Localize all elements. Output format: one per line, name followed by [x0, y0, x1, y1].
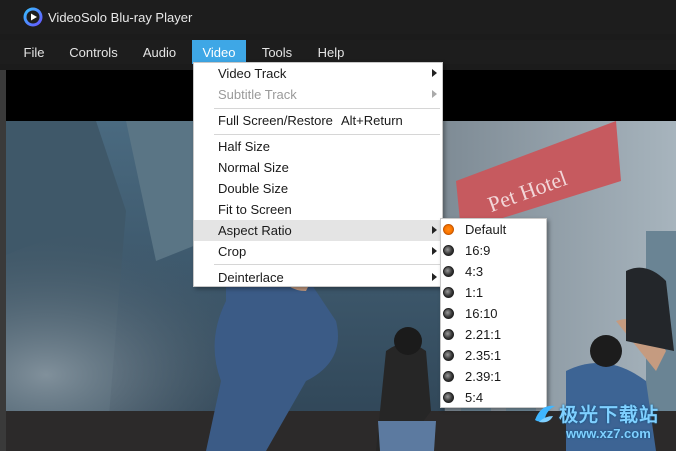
menu-separator	[214, 264, 440, 265]
menu-item-label: Deinterlace	[218, 270, 284, 285]
menu-item-half-size[interactable]: Half Size	[194, 136, 442, 157]
aspect-option-label: 2.35:1	[465, 348, 502, 363]
watermark-logo-icon	[535, 405, 555, 423]
menu-item-normal-size[interactable]: Normal Size	[194, 157, 442, 178]
menu-video[interactable]: Video	[192, 40, 246, 64]
app-logo-icon	[23, 7, 43, 27]
menu-separator	[214, 134, 440, 135]
menu-item-label: Normal Size	[218, 160, 289, 175]
menu-separator	[214, 108, 440, 109]
submenu-arrow-icon	[432, 69, 437, 77]
menu-item-label: Aspect Ratio	[218, 223, 292, 238]
aspect-option-label: 2.21:1	[465, 327, 502, 342]
submenu-arrow-icon	[432, 273, 437, 281]
radio-unselected-icon	[443, 308, 454, 319]
menu-item-label: Full Screen/Restore	[218, 113, 333, 128]
menu-audio[interactable]: Audio	[134, 40, 185, 64]
aspect-option-16-10[interactable]: 16:10	[441, 303, 546, 324]
aspect-option-label: 1:1	[465, 285, 484, 300]
radio-unselected-icon	[443, 245, 454, 256]
menu-item-label: Fit to Screen	[218, 202, 292, 217]
radio-unselected-icon	[443, 329, 454, 340]
app-title: VideoSolo Blu-ray Player	[48, 10, 193, 25]
aspect-option-label: Default	[465, 222, 507, 237]
menu-item-label: Half Size	[218, 139, 271, 154]
submenu-arrow-icon	[432, 247, 437, 255]
menu-item-full-screen-restore[interactable]: Full Screen/Restore Alt+Return	[194, 110, 442, 131]
menu-item-subtitle-track: Subtitle Track	[194, 84, 442, 105]
menu-tools[interactable]: Tools	[252, 40, 302, 64]
radio-unselected-icon	[443, 266, 454, 277]
menu-item-double-size[interactable]: Double Size	[194, 178, 442, 199]
menu-item-aspect-ratio[interactable]: Aspect Ratio	[194, 220, 442, 241]
radio-selected-icon	[443, 224, 454, 235]
radio-unselected-icon	[443, 371, 454, 382]
submenu-arrow-icon	[432, 90, 437, 98]
menu-help[interactable]: Help	[309, 40, 353, 64]
menu-controls[interactable]: Controls	[60, 40, 127, 64]
radio-unselected-icon	[443, 350, 454, 361]
watermark-site-name: 极光下载站	[559, 405, 660, 426]
submenu-arrow-icon	[432, 226, 437, 234]
menu-item-label: Subtitle Track	[218, 87, 297, 102]
aspect-option-2-39-1[interactable]: 2.39:1	[441, 366, 546, 387]
site-watermark: 极光下载站 www.xz7.com	[531, 398, 673, 448]
menu-file[interactable]: File	[15, 40, 53, 64]
menu-item-label: Crop	[218, 244, 247, 259]
video-menu-dropdown: Video Track Subtitle Track Full Screen/R…	[193, 62, 443, 287]
aspect-option-2-35-1[interactable]: 2.35:1	[441, 345, 546, 366]
aspect-option-4-3[interactable]: 4:3	[441, 261, 546, 282]
menu-item-label: Double Size	[218, 181, 289, 196]
title-bar: VideoSolo Blu-ray Player	[0, 0, 676, 34]
aspect-option-default[interactable]: Default	[441, 219, 546, 240]
menu-item-fit-to-screen[interactable]: Fit to Screen	[194, 199, 442, 220]
aspect-option-label: 4:3	[465, 264, 484, 279]
aspect-option-label: 2.39:1	[465, 369, 502, 384]
aspect-option-1-1[interactable]: 1:1	[441, 282, 546, 303]
menu-item-shortcut: Alt+Return	[341, 113, 403, 128]
menu-item-crop[interactable]: Crop	[194, 241, 442, 262]
menu-item-video-track[interactable]: Video Track	[194, 63, 442, 84]
aspect-option-label: 16:9	[465, 243, 491, 258]
menu-item-label: Video Track	[218, 66, 287, 81]
aspect-ratio-submenu: Default 16:9 4:3 1:1 16:10 2.21:1 2.35:1…	[440, 218, 547, 408]
aspect-option-16-9[interactable]: 16:9	[441, 240, 546, 261]
radio-unselected-icon	[443, 392, 454, 403]
radio-unselected-icon	[443, 287, 454, 298]
menu-bar: File Controls Audio Video Tools Help	[0, 40, 676, 64]
watermark-url: www.xz7.com	[566, 426, 651, 441]
aspect-option-2-21-1[interactable]: 2.21:1	[441, 324, 546, 345]
menu-item-deinterlace[interactable]: Deinterlace	[194, 267, 442, 288]
aspect-option-label: 5:4	[465, 390, 484, 405]
aspect-option-label: 16:10	[465, 306, 498, 321]
